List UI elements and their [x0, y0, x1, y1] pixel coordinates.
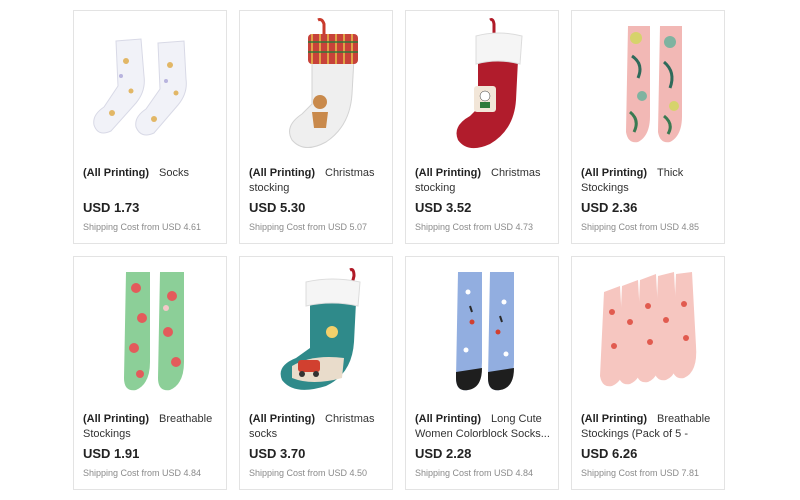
product-price: USD 1.91	[83, 446, 140, 461]
socks-pack-icon	[600, 272, 697, 387]
product-title[interactable]: (All Printing) Long Cute Women Colorblock…	[415, 412, 553, 442]
product-price: USD 2.36	[581, 200, 638, 215]
product-tag: (All Printing)	[415, 413, 481, 425]
product-image[interactable]	[406, 11, 560, 161]
product-title[interactable]: (All Printing) Breathable Stockings (Pack…	[581, 412, 719, 442]
shipping-cost: Shipping Cost from USD 4.50	[249, 468, 368, 478]
stocking-icon	[289, 18, 358, 148]
product-card[interactable]: (All Printing) Christmas stocking USD 5.3…	[239, 10, 393, 244]
product-tag: (All Printing)	[249, 167, 315, 179]
product-price: USD 6.26	[581, 446, 638, 461]
product-grid: (All Printing) Socks USD 1.73 Shipping Co…	[73, 10, 725, 490]
tall-socks-icon	[456, 272, 514, 391]
tall-socks-icon	[124, 272, 184, 391]
product-card[interactable]: (All Printing) Christmas stocking USD 3.5…	[405, 10, 559, 244]
product-tag: (All Printing)	[83, 413, 149, 425]
stocking-icon	[280, 268, 361, 390]
product-title[interactable]: (All Printing) Christmas stocking	[415, 166, 553, 196]
product-image[interactable]	[240, 257, 394, 407]
product-card[interactable]: (All Printing) Breathable Stockings USD 1…	[73, 256, 227, 490]
product-image[interactable]	[240, 11, 394, 161]
product-title[interactable]: (All Printing) Christmas socks	[249, 412, 387, 442]
product-title[interactable]: (All Printing) Christmas stocking	[249, 166, 387, 196]
shipping-cost: Shipping Cost from USD 4.84	[83, 468, 202, 478]
product-tag: (All Printing)	[581, 413, 647, 425]
product-tag: (All Printing)	[581, 167, 647, 179]
product-image[interactable]	[74, 257, 228, 407]
product-title[interactable]: (All Printing) Thick Stockings	[581, 166, 719, 196]
product-tag: (All Printing)	[83, 167, 149, 179]
shipping-cost: Shipping Cost from USD 4.84	[415, 468, 534, 478]
product-image[interactable]	[406, 257, 560, 407]
shipping-cost: Shipping Cost from USD 5.07	[249, 222, 368, 232]
tall-socks-icon	[626, 26, 682, 143]
product-card[interactable]: (All Printing) Breathable Stockings (Pack…	[571, 256, 725, 490]
product-tag: (All Printing)	[249, 413, 315, 425]
product-image[interactable]	[74, 11, 228, 161]
stocking-icon	[456, 18, 523, 149]
product-title[interactable]: (All Printing) Breathable Stockings	[83, 412, 221, 442]
product-price: USD 3.52	[415, 200, 472, 215]
product-price: USD 1.73	[83, 200, 140, 215]
shipping-cost: Shipping Cost from USD 4.61	[83, 222, 202, 232]
product-card[interactable]: (All Printing) Long Cute Women Colorblock…	[405, 256, 559, 490]
product-card[interactable]: (All Printing) Socks USD 1.73 Shipping Co…	[73, 10, 227, 244]
shipping-cost: Shipping Cost from USD 4.73	[415, 222, 534, 232]
shipping-cost: Shipping Cost from USD 4.85	[581, 222, 700, 232]
product-title[interactable]: (All Printing) Socks	[83, 166, 221, 196]
product-price: USD 2.28	[415, 446, 472, 461]
product-card[interactable]: (All Printing) Thick Stockings USD 2.36 S…	[571, 10, 725, 244]
product-name: Socks	[159, 167, 189, 179]
product-image[interactable]	[572, 257, 726, 407]
product-image[interactable]	[572, 11, 726, 161]
product-price: USD 3.70	[249, 446, 306, 461]
product-card[interactable]: (All Printing) Christmas socks USD 3.70 S…	[239, 256, 393, 490]
ankle-socks-icon	[93, 38, 187, 136]
product-tag: (All Printing)	[415, 167, 481, 179]
shipping-cost: Shipping Cost from USD 7.81	[581, 468, 700, 478]
product-price: USD 5.30	[249, 200, 306, 215]
